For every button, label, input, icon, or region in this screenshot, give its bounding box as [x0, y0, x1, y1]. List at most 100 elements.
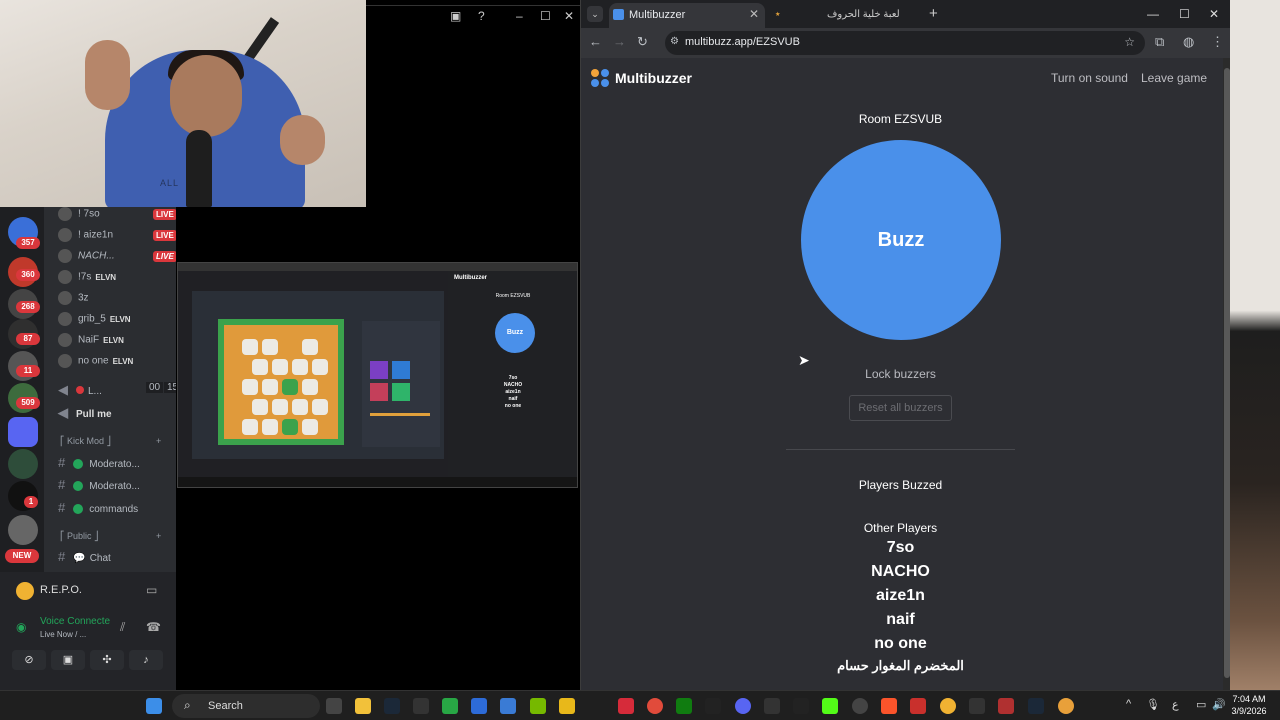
close-window-icon[interactable]: ✕: [1209, 7, 1219, 21]
player-name: naif: [886, 611, 915, 628]
maximize-icon[interactable]: ☐: [540, 9, 551, 23]
app-icon[interactable]: [559, 698, 575, 714]
reload-icon[interactable]: ↻: [637, 34, 648, 50]
team-tile: [392, 383, 410, 401]
voice-user[interactable]: NaiF ELVN: [58, 333, 124, 351]
minimize-icon[interactable]: –: [516, 9, 523, 23]
xbox-icon[interactable]: [676, 698, 692, 714]
extensions-icon[interactable]: ⧉: [1155, 34, 1164, 50]
discord-user-panel: R.E.P.O. ▭ ◉ Voice Connecte Live Now / .…: [0, 572, 176, 690]
voice-user-name: ! 7so: [78, 208, 100, 220]
start-icon[interactable]: [146, 698, 162, 714]
app-icon[interactable]: [998, 698, 1014, 714]
file-explorer-icon[interactable]: [355, 698, 371, 714]
tab-letters-game[interactable]: ٭ لعبة خلية الحروف: [767, 3, 923, 28]
channel-commands[interactable]: # commands: [58, 500, 138, 518]
forward-icon[interactable]: →: [613, 34, 626, 49]
close-icon[interactable]: ✕: [749, 7, 759, 21]
noise-suppression-icon[interactable]: ⫽: [120, 620, 125, 635]
category-kick-mod[interactable]: ⎡ Kick Mod ⎦ +: [60, 436, 161, 454]
address-bar[interactable]: ⚙ multibuzz.app/EZSVUB ☆: [665, 31, 1145, 55]
activities-button[interactable]: ✣: [90, 650, 124, 670]
voice-channel-pull-me[interactable]: ◀ Pull me: [58, 405, 112, 423]
picture-icon[interactable]: ▣: [450, 9, 461, 23]
x-icon[interactable]: [793, 698, 809, 714]
voice-user[interactable]: grib_5 ELVN: [58, 312, 131, 330]
capcut-icon[interactable]: [705, 698, 721, 714]
channel-moderator-2[interactable]: # Moderato...: [58, 477, 140, 495]
voice-user[interactable]: no one ELVN: [58, 354, 133, 372]
profile-icon[interactable]: ◍: [1183, 34, 1194, 50]
network-icon[interactable]: ▭: [1196, 698, 1206, 711]
avatar: [58, 270, 72, 284]
screen-icon[interactable]: ▭: [146, 583, 157, 597]
back-icon[interactable]: ←: [589, 34, 602, 49]
server-icon[interactable]: [8, 515, 38, 545]
reset-all-buzzers-button[interactable]: Reset all buzzers: [849, 395, 952, 421]
app-icon[interactable]: [940, 698, 956, 714]
voice-user[interactable]: 3z: [58, 291, 89, 309]
channel-moderator-1[interactable]: # Moderato...: [58, 455, 140, 473]
chrome-icon[interactable]: [647, 698, 663, 714]
voice-user[interactable]: NACH... LIVE: [58, 249, 176, 267]
app-icon[interactable]: [618, 698, 634, 714]
voice-user[interactable]: !7s ELVN: [58, 270, 116, 288]
voice-user-name: 3z: [78, 292, 89, 304]
close-icon[interactable]: ✕: [564, 9, 574, 23]
tray-chevron-icon[interactable]: ^: [1126, 698, 1131, 710]
discord-icon[interactable]: [735, 698, 751, 714]
taskbar-search[interactable]: ⌕ Search: [172, 694, 320, 718]
category-public[interactable]: ⎡ Public ⎦ +: [60, 531, 161, 549]
nvidia-icon[interactable]: [530, 698, 546, 714]
channel-chat[interactable]: # 💬 Chat: [58, 549, 111, 567]
volume-icon[interactable]: 🔊: [1212, 698, 1226, 711]
soundboard-button[interactable]: ♪: [129, 650, 163, 670]
lock-buzzers-button[interactable]: Lock buzzers: [581, 367, 1220, 381]
app-icon[interactable]: [852, 698, 868, 714]
menu-icon[interactable]: ⋮: [1211, 34, 1224, 50]
bookmark-star-icon[interactable]: ☆: [1124, 35, 1135, 49]
app-icon[interactable]: [442, 698, 458, 714]
mic-icon[interactable]: 🎙: [1146, 698, 1160, 711]
new-tab-icon[interactable]: +: [929, 5, 938, 22]
chat-bubble-icon: 💬: [73, 553, 86, 564]
help-icon[interactable]: ?: [478, 9, 485, 23]
user-limit: 15: [164, 382, 176, 393]
avatar: [58, 354, 72, 368]
app-icon[interactable]: [471, 698, 487, 714]
camera-off-button[interactable]: ⊘: [12, 650, 46, 670]
add-icon[interactable]: +: [156, 531, 161, 541]
minimize-icon[interactable]: —: [1147, 7, 1159, 21]
buzz-button[interactable]: Buzz: [801, 140, 1001, 340]
screen-share-button[interactable]: ▣: [51, 650, 85, 670]
voice-user[interactable]: ! 7so LIVE: [58, 207, 176, 225]
brand[interactable]: Multibuzzer: [591, 69, 692, 87]
steam-icon[interactable]: [384, 698, 400, 714]
app-icon[interactable]: [910, 698, 926, 714]
site-info-icon[interactable]: ⚙: [670, 36, 679, 47]
steam-icon[interactable]: [1028, 698, 1044, 714]
app-icon[interactable]: [1058, 698, 1074, 714]
server-icon[interactable]: [8, 449, 38, 479]
app-icon[interactable]: [413, 698, 429, 714]
disconnect-icon[interactable]: ☎: [146, 620, 161, 634]
player-name: no one: [874, 635, 927, 652]
kick-icon[interactable]: [822, 698, 838, 714]
activity-name: R.E.P.O.: [40, 584, 82, 596]
voice-channel-l[interactable]: ◀ L... 00 15: [58, 382, 176, 400]
language-icon[interactable]: ع: [1172, 698, 1179, 711]
terminal-icon[interactable]: [969, 698, 985, 714]
maximize-icon[interactable]: ☐: [1179, 7, 1190, 21]
leave-game-link[interactable]: Leave game: [1141, 71, 1207, 85]
app-icon[interactable]: [500, 698, 516, 714]
voice-user[interactable]: ! aize1n LIVE: [58, 228, 176, 246]
add-icon[interactable]: +: [156, 436, 161, 446]
tab-search-icon[interactable]: ⌄: [587, 6, 603, 22]
turn-on-sound-link[interactable]: Turn on sound: [1051, 71, 1128, 85]
mail-icon[interactable]: [764, 698, 780, 714]
folder-icon[interactable]: [8, 417, 38, 447]
epic-games-icon[interactable]: [326, 698, 342, 714]
tab-multibuzzer[interactable]: Multibuzzer ✕: [609, 3, 765, 28]
clock[interactable]: 7:04 AM 3/9/2026: [1228, 693, 1270, 717]
brave-icon[interactable]: [881, 698, 897, 714]
